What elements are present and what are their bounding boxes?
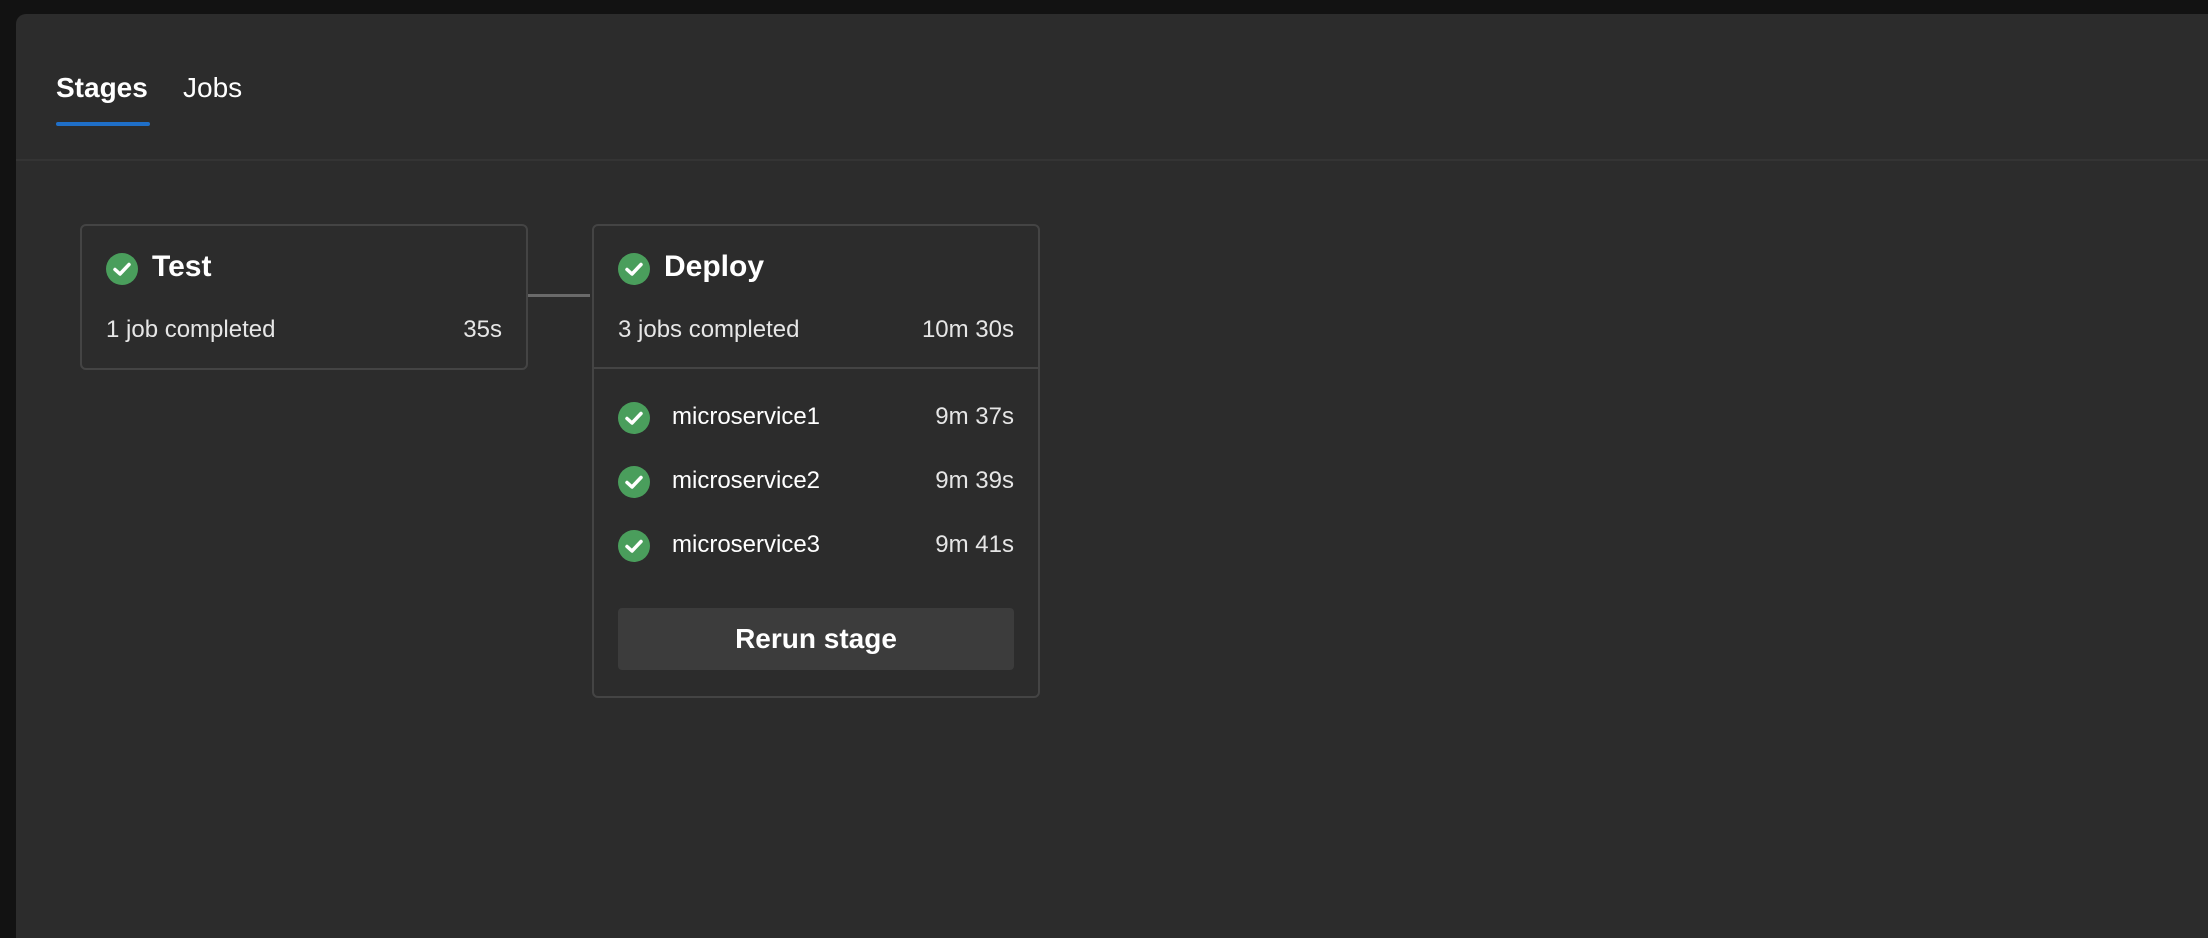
job-duration: 9m 37s (935, 403, 1014, 430)
stage-summary: 3 jobs completed (618, 316, 800, 343)
stage-connector (526, 294, 590, 297)
stage-card-deploy: Deploy 3 jobs completed 10m 30s microser… (592, 224, 1040, 698)
job-name: microservice1 (672, 403, 821, 430)
stage-duration: 10m 30s (921, 316, 1014, 343)
check-circle-icon (618, 402, 650, 434)
check-circle-icon (618, 253, 650, 285)
check-circle-icon (618, 530, 650, 562)
card-divider (594, 367, 1038, 369)
job-name: microservice3 (672, 531, 821, 558)
check-circle-icon (106, 253, 138, 285)
pipeline-window: Stages Jobs Test 1 job completed 35s Dep… (16, 14, 2208, 938)
stage-summary: 1 job completed (106, 316, 276, 343)
tab-jobs[interactable]: Jobs (183, 72, 242, 104)
job-row-microservice2[interactable]: microservice2 9m 39s (594, 462, 1038, 502)
stage-title[interactable]: Deploy (664, 250, 764, 284)
tab-stages[interactable]: Stages (56, 72, 148, 104)
stage-title: Test (152, 250, 212, 283)
job-row-microservice3[interactable]: microservice3 9m 41s (594, 526, 1038, 566)
job-name: microservice2 (672, 467, 821, 494)
stage-card-test[interactable]: Test 1 job completed 35s (80, 224, 528, 370)
job-duration: 9m 39s (935, 467, 1014, 494)
active-tab-indicator (56, 122, 150, 126)
stage-duration: 35s (463, 316, 502, 343)
check-circle-icon (618, 466, 650, 498)
job-row-microservice1[interactable]: microservice1 9m 37s (594, 398, 1038, 438)
job-duration: 9m 41s (935, 531, 1014, 558)
rerun-stage-button[interactable]: Rerun stage (618, 608, 1014, 670)
tab-bar: Stages Jobs (16, 14, 2208, 161)
